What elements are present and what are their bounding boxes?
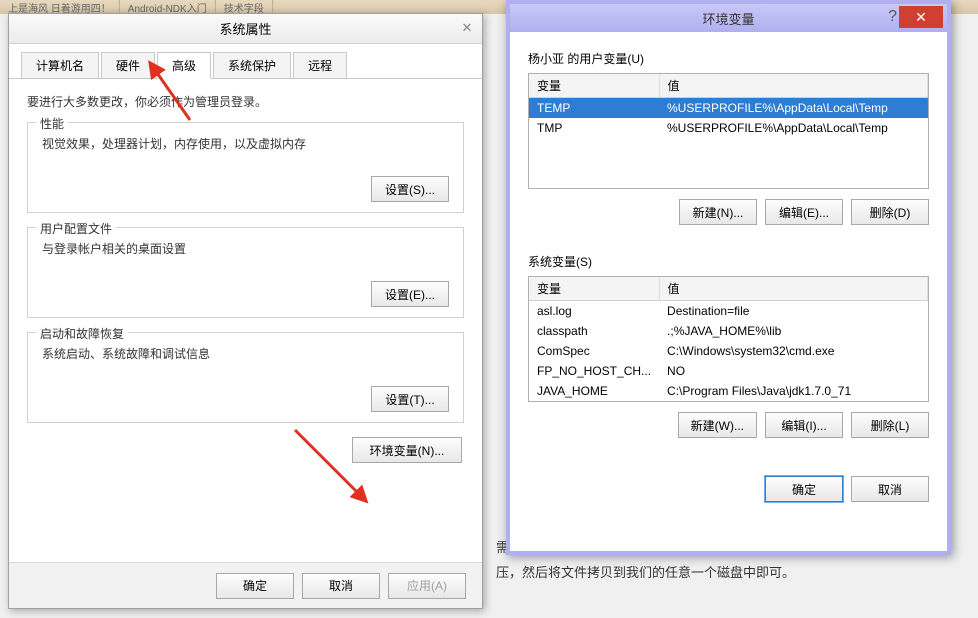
cancel-button[interactable]: 取消 [302, 573, 380, 599]
help-icon[interactable]: ? [888, 8, 897, 26]
group-label: 性能 [36, 115, 68, 132]
tab-system-protection[interactable]: 系统保护 [213, 52, 291, 78]
cell-val: NO [659, 361, 927, 381]
tab-computer-name[interactable]: 计算机名 [21, 52, 99, 78]
dialog-footer: 确定 取消 [510, 464, 947, 514]
tab-remote[interactable]: 远程 [293, 52, 347, 78]
admin-note: 要进行大多数更改，你必须作为管理员登录。 [27, 93, 464, 110]
cell-val: Destination=file [659, 301, 927, 322]
system-properties-dialog: 系统属性 ✕ 计算机名 硬件 高级 系统保护 远程 要进行大多数更改，你必须作为… [8, 13, 483, 609]
table-row[interactable]: ComSpecC:\Windows\system32\cmd.exe [529, 341, 928, 361]
user-profile-group: 用户配置文件 与登录帐户相关的桌面设置 设置(E)... [27, 227, 464, 318]
dialog-title: 系统属性 [219, 19, 271, 38]
titlebar[interactable]: 系统属性 ✕ [9, 14, 482, 44]
cell-val: C:\Windows\system32\cmd.exe [659, 341, 927, 361]
group-desc: 视觉效果，处理器计划，内存使用，以及虚拟内存 [42, 135, 449, 152]
cell-var: JAVA_HOME [529, 381, 659, 401]
table-row[interactable]: asl.logDestination=file [529, 301, 928, 322]
sys-new-button[interactable]: 新建(W)... [678, 412, 757, 438]
user-vars-table[interactable]: 变量 值 TEMP%USERPROFILE%\AppData\Local\Tem… [528, 73, 929, 189]
sys-vars-label: 系统变量(S) [528, 253, 929, 270]
environment-variables-dialog: 环境变量 ? ✕ 杨小亚 的用户变量(U) 变量 值 TEMP%USERPROF… [506, 0, 951, 555]
cancel-button[interactable]: 取消 [851, 476, 929, 502]
sys-vars-table[interactable]: 变量 值 asl.logDestination=fileclasspath.;%… [528, 276, 929, 402]
col-variable[interactable]: 变量 [529, 74, 659, 98]
ok-button[interactable]: 确定 [216, 573, 294, 599]
user-edit-button[interactable]: 编辑(E)... [765, 199, 843, 225]
tab-advanced[interactable]: 高级 [157, 52, 211, 79]
table-row[interactable]: FP_NO_HOST_CH...NO [529, 361, 928, 381]
col-variable[interactable]: 变量 [529, 277, 659, 301]
user-vars-label: 杨小亚 的用户变量(U) [528, 50, 929, 67]
startup-settings-button[interactable]: 设置(T)... [371, 386, 449, 412]
close-icon[interactable]: ✕ [458, 20, 476, 38]
table-row[interactable]: JAVA_HOMEC:\Program Files\Java\jdk1.7.0_… [529, 381, 928, 401]
apply-button[interactable]: 应用(A) [388, 573, 466, 599]
sys-edit-button[interactable]: 编辑(I)... [765, 412, 843, 438]
cell-var: classpath [529, 321, 659, 341]
group-label: 用户配置文件 [36, 220, 116, 237]
table-row[interactable]: classpath.;%JAVA_HOME%\lib [529, 321, 928, 341]
user-delete-button[interactable]: 删除(D) [851, 199, 929, 225]
group-desc: 与登录帐户相关的桌面设置 [42, 240, 449, 257]
profile-settings-button[interactable]: 设置(E)... [371, 281, 449, 307]
group-label: 启动和故障恢复 [36, 325, 128, 342]
col-value[interactable]: 值 [659, 277, 927, 301]
tab-row: 计算机名 硬件 高级 系统保护 远程 [9, 44, 482, 79]
performance-settings-button[interactable]: 设置(S)... [371, 176, 449, 202]
cell-val: %USERPROFILE%\AppData\Local\Temp [659, 118, 928, 138]
table-row[interactable]: TEMP%USERPROFILE%\AppData\Local\Temp [529, 98, 928, 119]
cell-val: %USERPROFILE%\AppData\Local\Temp [659, 98, 928, 119]
tab-hardware[interactable]: 硬件 [101, 52, 155, 78]
close-icon[interactable]: ✕ [899, 6, 943, 28]
cell-var: FP_NO_HOST_CH... [529, 361, 659, 381]
cell-var: TMP [529, 118, 659, 138]
performance-group: 性能 视觉效果，处理器计划，内存使用，以及虚拟内存 设置(S)... [27, 122, 464, 213]
user-new-button[interactable]: 新建(N)... [679, 199, 757, 225]
cell-var: ComSpec [529, 341, 659, 361]
environment-variables-button[interactable]: 环境变量(N)... [352, 437, 462, 463]
table-row[interactable]: TMP%USERPROFILE%\AppData\Local\Temp [529, 118, 928, 138]
sys-delete-button[interactable]: 删除(L) [851, 412, 929, 438]
cell-val: C:\Program Files\Java\jdk1.7.0_71 [659, 381, 927, 401]
titlebar[interactable]: 环境变量 ? ✕ [510, 4, 947, 32]
dialog-title: 环境变量 [702, 9, 754, 28]
group-desc: 系统启动、系统故障和调试信息 [42, 345, 449, 362]
startup-recovery-group: 启动和故障恢复 系统启动、系统故障和调试信息 设置(T)... [27, 332, 464, 423]
cell-var: asl.log [529, 301, 659, 322]
col-value[interactable]: 值 [659, 74, 928, 98]
dialog-footer: 确定 取消 应用(A) [9, 562, 482, 608]
ok-button[interactable]: 确定 [765, 476, 843, 502]
cell-var: TEMP [529, 98, 659, 119]
cell-val: .;%JAVA_HOME%\lib [659, 321, 927, 341]
